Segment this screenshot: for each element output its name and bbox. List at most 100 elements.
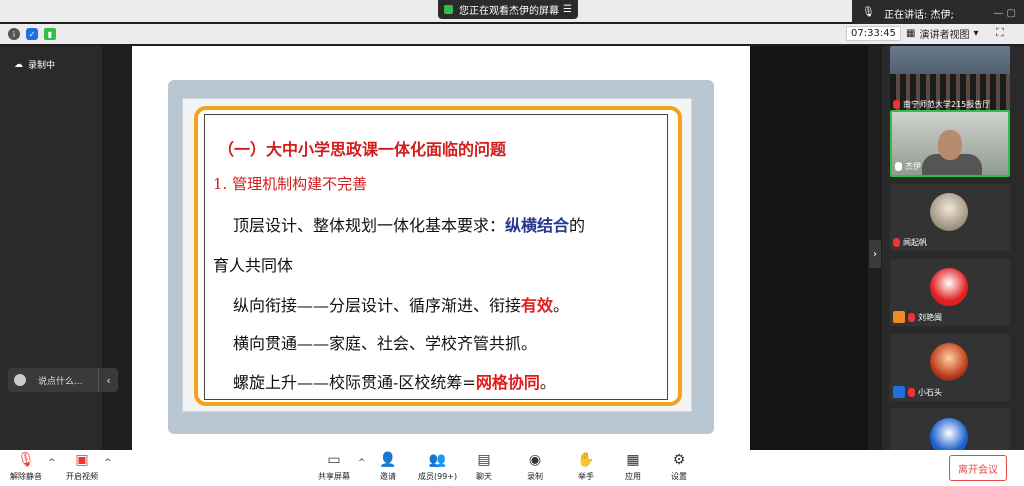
speaking-text: 正在讲话: 杰伊; xyxy=(884,9,954,21)
slide-line-2: 育人共同体 xyxy=(213,256,294,275)
mic-muted-icon xyxy=(908,312,915,322)
start-video-label: 开启视频 xyxy=(66,472,98,481)
slide-highlight-blue: 纵横结合 xyxy=(505,216,570,235)
emoji-icon[interactable] xyxy=(14,374,26,386)
slide-line-1-c: 的 xyxy=(569,216,586,235)
chat-icon: ▤ xyxy=(477,452,491,468)
slide-line-3-a: 纵向衔接——分层设计、循序渐进、衔接 xyxy=(233,296,522,315)
participant-name: 刘艳闽 xyxy=(918,312,942,322)
share-screen-icon: ▭ xyxy=(327,452,341,468)
slide-line-1-a: 顶层设计、整体规划一体化基本要求： xyxy=(233,216,506,235)
view-mode-label: 演讲者视图 xyxy=(919,30,970,41)
mic-muted-icon xyxy=(893,238,900,247)
participant-name: 闻起帆 xyxy=(903,238,927,247)
fullscreen-icon[interactable]: ⛶ xyxy=(996,26,1004,40)
slide-line-4: 横向贯通——家庭、社会、学校齐管共抓。 xyxy=(233,334,538,353)
settings-button[interactable]: ⚙ 设置 xyxy=(671,452,687,482)
mic-icon: 🎙 xyxy=(862,7,875,18)
participant-tile[interactable]: 闻起帆 xyxy=(890,184,1010,251)
apps-button[interactable]: ▦ 应用 xyxy=(625,452,641,482)
recording-label: 录制中 xyxy=(28,61,56,71)
slide-line-5-c: 。 xyxy=(539,373,556,392)
add-user-icon: 👤 xyxy=(379,452,397,468)
user-icon xyxy=(893,311,905,323)
participant-tile[interactable]: 小石头 xyxy=(890,334,1010,401)
raise-hand-label: 举手 xyxy=(578,472,594,481)
user-icon xyxy=(893,386,905,398)
mic-muted-icon: 🎙 xyxy=(17,452,35,468)
participant-tile[interactable]: 刘艳闽 xyxy=(890,259,1010,326)
grid-icon: ▦ xyxy=(906,28,916,39)
share-label: 共享屏幕 xyxy=(318,472,350,481)
slide-highlight-red-2: 网格协同 xyxy=(475,373,540,392)
participant-name: 小石头 xyxy=(918,387,942,397)
slide-line-3: 纵向衔接——分层设计、循序渐进、衔接有效。 xyxy=(233,292,569,316)
viewing-text: 您正在观看杰伊的屏幕 xyxy=(459,6,559,17)
apps-icon: ▦ xyxy=(626,452,640,468)
record-label: 录制 xyxy=(527,472,543,481)
unmute-label: 解除静音 xyxy=(10,472,42,481)
avatar xyxy=(930,268,968,306)
chevron-left-icon[interactable]: ‹ xyxy=(98,368,118,392)
window-controls-icon[interactable]: — ▢ xyxy=(993,8,1016,19)
speaking-indicator: 🎙 正在讲话: 杰伊; — ▢ xyxy=(852,0,1024,26)
hand-icon: ✋ xyxy=(577,452,595,468)
participant-tile[interactable]: 南宁师范大学215报告厅 xyxy=(890,46,1010,113)
members-button[interactable]: 👥 成员(99+) xyxy=(418,452,457,482)
video-off-icon: ▣ xyxy=(75,452,89,468)
viewing-indicator[interactable]: 您正在观看杰伊的屏幕 ☰ xyxy=(438,0,578,19)
chat-button[interactable]: ▤ 聊天 xyxy=(476,452,492,482)
record-button[interactable]: ◉ 录制 xyxy=(527,452,543,482)
right-gutter xyxy=(750,46,868,450)
leave-meeting-button[interactable]: 离开会议 xyxy=(949,455,1007,481)
screen-share-icon xyxy=(444,5,453,14)
mic-muted-icon xyxy=(893,100,900,109)
signal-icon[interactable]: ▮ xyxy=(44,28,56,40)
mic-muted-icon xyxy=(908,387,915,397)
view-mode-button[interactable]: ▦ 演讲者视图 ▾ xyxy=(906,26,978,41)
shield-icon[interactable]: ✓ xyxy=(26,28,38,40)
apps-label: 应用 xyxy=(625,472,641,481)
start-video-button[interactable]: ▣ 开启视频 xyxy=(66,452,98,482)
slide-line-5: 螺旋上升——校际贯通-区校统筹=网格协同。 xyxy=(233,369,556,393)
chevron-up-icon[interactable]: ^ xyxy=(358,458,366,468)
chevron-down-icon: ▾ xyxy=(973,28,979,39)
invite-button[interactable]: 👤 邀请 xyxy=(379,452,397,482)
participant-tile-active[interactable]: 杰伊 xyxy=(890,110,1010,177)
avatar xyxy=(930,193,968,231)
participant-tile[interactable] xyxy=(890,408,1010,450)
chat-placeholder: 说点什么... xyxy=(38,376,83,387)
avatar xyxy=(930,343,968,381)
share-screen-button[interactable]: ▭ 共享屏幕 xyxy=(318,452,350,482)
participant-name: 南宁师范大学215报告厅 xyxy=(903,100,991,109)
unmute-button[interactable]: 🎙 解除静音 xyxy=(10,452,42,482)
meeting-timer: 07:33:45 xyxy=(846,26,901,41)
settings-label: 设置 xyxy=(671,472,687,481)
slide-title: （一）大中小学思政课一体化面临的问题 xyxy=(218,140,507,159)
slide-line-1: 顶层设计、整体规划一体化基本要求：纵横结合的 xyxy=(233,212,585,236)
chevron-up-icon[interactable]: ^ xyxy=(48,458,56,468)
raise-hand-button[interactable]: ✋ 举手 xyxy=(577,452,595,482)
slide-subtitle: 1. 管理机制构建不完善 xyxy=(213,175,368,193)
mic-icon xyxy=(895,162,902,171)
collapse-panel-icon[interactable]: › xyxy=(869,240,881,268)
members-label: 成员(99+) xyxy=(418,472,458,481)
record-icon: ◉ xyxy=(528,452,542,468)
info-icon[interactable]: i xyxy=(8,28,20,40)
avatar xyxy=(930,418,968,450)
slide-line-5-a: 螺旋上升——校际贯通-区校统筹= xyxy=(233,373,476,392)
invite-label: 邀请 xyxy=(380,472,396,481)
chat-label: 聊天 xyxy=(476,472,492,481)
bottom-toolbar xyxy=(0,450,1024,486)
slide-highlight-red-1: 有效 xyxy=(521,296,554,315)
participant-name: 杰伊 xyxy=(905,162,921,171)
chat-input[interactable]: 说点什么... ‹ xyxy=(8,368,118,392)
slide-line-3-c: 。 xyxy=(553,296,570,315)
cloud-icon: ☁ xyxy=(14,59,23,70)
person-head xyxy=(938,130,962,160)
recording-indicator: ☁ 录制中 xyxy=(14,58,56,72)
menu-icon[interactable]: ☰ xyxy=(563,4,572,15)
gear-icon: ⚙ xyxy=(672,452,686,468)
chevron-up-icon[interactable]: ^ xyxy=(104,458,112,468)
members-icon: 👥 xyxy=(428,452,447,468)
